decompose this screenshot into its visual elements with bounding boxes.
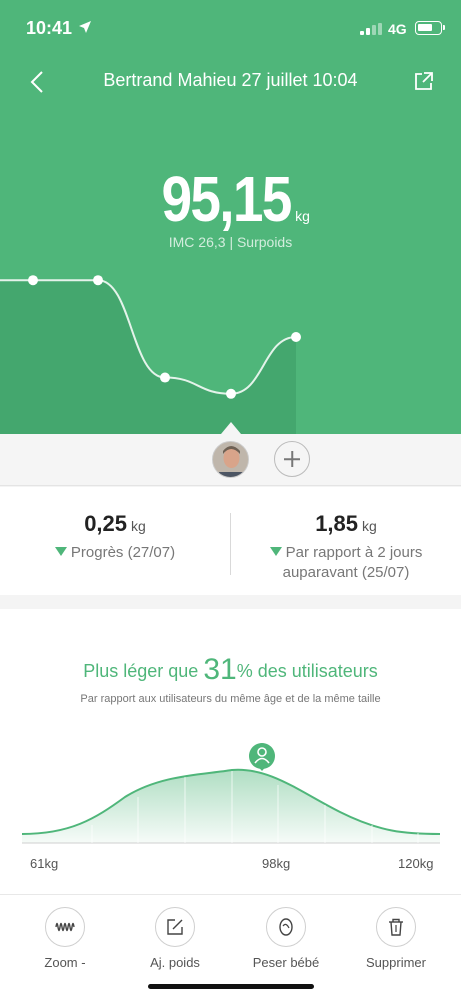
- progress-value: 0,25: [84, 511, 128, 536]
- weight-unit: kg: [295, 208, 310, 224]
- trash-icon: [389, 918, 403, 936]
- add-weight-button[interactable]: Aj. poids: [125, 907, 225, 970]
- signal-icon: [360, 23, 382, 35]
- waveform-icon: [55, 922, 75, 932]
- comparison-headline: Plus léger que 31% des utilisateurs: [0, 653, 461, 687]
- two-day-change: 1,85 kg Par rapport à 2 jours auparavant …: [231, 487, 461, 595]
- weight-display: 95,15 kg: [0, 162, 461, 236]
- zoom-out-label: Zoom -: [44, 955, 86, 970]
- home-indicator: [148, 984, 314, 989]
- trend-area: [0, 280, 296, 434]
- user-marker-icon: [248, 743, 275, 771]
- add-user-button[interactable]: [274, 441, 310, 477]
- comparison-percent: 31: [203, 653, 237, 686]
- avatar-face-icon: [213, 442, 248, 477]
- tick-label-mid: 98kg: [262, 856, 291, 871]
- delete-button[interactable]: Supprimer: [346, 907, 446, 970]
- tick-label-max: 120kg: [398, 856, 434, 871]
- change-summary: 0,25 kg Progrès (27/07) 1,85 kg Par rappor…: [0, 487, 461, 595]
- two-day-unit: kg: [362, 518, 377, 534]
- location-arrow-icon: [79, 21, 91, 33]
- weigh-baby-button[interactable]: Peser bébé: [236, 907, 336, 970]
- network-label: 4G: [388, 21, 407, 37]
- avatar[interactable]: [212, 441, 249, 478]
- down-triangle-icon: [54, 547, 67, 556]
- delete-label: Supprimer: [366, 955, 426, 970]
- weight-trend-chart[interactable]: [0, 250, 461, 434]
- weight-distribution-chart: [21, 743, 441, 844]
- bmi-status: IMC 26,3 | Surpoids: [168, 234, 293, 250]
- progress-desc: Progrès (27/07): [70, 544, 176, 561]
- share-icon[interactable]: [414, 71, 434, 91]
- status-bar: 10:41 4G: [0, 0, 461, 58]
- down-triangle-icon: [269, 547, 282, 556]
- add-weight-label: Aj. poids: [150, 955, 200, 970]
- page-title: Bertrand Mahieu 27 juillet 10:04: [103, 70, 358, 90]
- distribution-area: [22, 769, 440, 843]
- weight-value: 95,15: [161, 163, 293, 235]
- comparison-card: Plus léger que 31% des utilisateurs Par …: [0, 609, 461, 894]
- progress-change: 0,25 kg Progrès (27/07): [0, 487, 230, 595]
- trend-point: [226, 388, 236, 399]
- trend-point: [93, 275, 103, 286]
- two-day-value: 1,85: [315, 511, 359, 536]
- weigh-baby-label: Peser bébé: [252, 955, 320, 970]
- progress-unit: kg: [131, 518, 146, 534]
- trend-point: [160, 372, 170, 383]
- comparison-prefix: Plus léger que: [83, 661, 204, 681]
- tick-label-min: 61kg: [30, 856, 59, 871]
- comparison-subtitle: Par rapport aux utilisateurs du même âge…: [80, 693, 381, 705]
- profile-strip: [0, 434, 461, 486]
- trend-point: [28, 275, 38, 286]
- status-time: 10:41: [26, 18, 73, 38]
- back-chevron-icon[interactable]: [26, 68, 50, 96]
- baby-icon: [279, 918, 293, 936]
- trend-point: [291, 332, 301, 342]
- zoom-out-button[interactable]: Zoom -: [15, 907, 115, 970]
- edit-icon: [167, 919, 183, 935]
- comparison-suffix: % des utilisateurs: [236, 661, 378, 681]
- battery-icon: [415, 21, 445, 35]
- two-day-desc: Par rapport à 2 jours auparavant (25/07): [282, 544, 423, 581]
- header-panel: Bertrand Mahieu 27 juillet 10:04 95,15 kg…: [0, 0, 461, 434]
